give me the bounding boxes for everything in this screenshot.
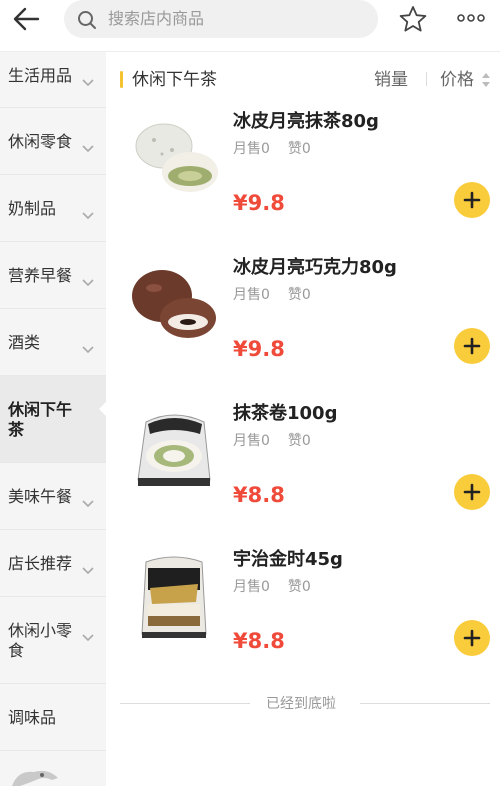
- plus-icon: [463, 483, 481, 501]
- sidebar-item-dairy[interactable]: 奶制品: [0, 175, 106, 242]
- divider: [120, 703, 250, 704]
- chevron-down-icon: [82, 339, 94, 354]
- sidebar-item-snacks[interactable]: 休闲零食: [0, 108, 106, 175]
- chevron-down-icon: [82, 272, 94, 287]
- sidebar-item-label: 休闲下午茶: [8, 400, 73, 439]
- sidebar-item-alcohol[interactable]: 酒类: [0, 309, 106, 376]
- product-name: 抹茶卷100g: [233, 403, 338, 424]
- sort-by-sales-button[interactable]: 销量: [374, 69, 408, 91]
- product-image[interactable]: [124, 110, 224, 210]
- section-header: 休闲下午茶 销量 价格: [106, 52, 500, 106]
- back-arrow-icon[interactable]: [8, 4, 48, 34]
- plus-icon: [463, 629, 481, 647]
- product-image[interactable]: [124, 548, 224, 648]
- plus-icon: [463, 191, 481, 209]
- sidebar-item-label: 奶制品: [8, 199, 57, 218]
- product-stats: 月售0 赞0: [233, 140, 329, 158]
- sort-arrows-icon[interactable]: [481, 71, 491, 89]
- chevron-down-icon: [82, 138, 94, 153]
- sort-by-price-button[interactable]: 价格: [440, 69, 474, 91]
- chevron-down-icon: [82, 493, 94, 508]
- product-price: ¥8.8: [233, 483, 285, 507]
- search-placeholder: 搜索店内商品: [108, 9, 205, 28]
- sidebar-item-label: 生活用品: [8, 66, 73, 85]
- section-title: 休闲下午茶: [132, 70, 217, 90]
- sidebar-item-label: 营养早餐: [8, 266, 73, 285]
- like-count: 赞0: [287, 433, 311, 449]
- sidebar-item-label: 店长推荐: [8, 554, 73, 573]
- product-item[interactable]: 冰皮月亮巧克力80g 月售0 赞0 ¥9.8: [106, 256, 500, 402]
- like-count: 赞0: [287, 579, 311, 595]
- sidebar-item-afternoon-tea[interactable]: 休闲下午茶: [0, 376, 106, 463]
- chevron-down-icon: [82, 205, 94, 220]
- product-price: ¥9.8: [233, 337, 285, 361]
- add-to-cart-button[interactable]: [454, 620, 490, 656]
- active-indicator: [99, 402, 106, 416]
- sidebar-item-small-snacks[interactable]: 休闲小零食: [0, 597, 106, 684]
- product-stats: 月售0 赞0: [233, 432, 329, 450]
- divider: [360, 703, 490, 704]
- product-item[interactable]: 抹茶卷100g 月售0 赞0 ¥8.8: [106, 402, 500, 548]
- monthly-sales: 月售0: [233, 287, 270, 303]
- end-of-list-text: 已经到底啦: [266, 696, 336, 712]
- product-name: 冰皮月亮巧克力80g: [233, 257, 397, 278]
- top-bar: 搜索店内商品: [0, 0, 500, 52]
- sidebar-item-daily-goods[interactable]: 生活用品: [0, 52, 106, 108]
- section-accent-bar: [120, 71, 123, 88]
- product-price: ¥9.8: [233, 191, 285, 215]
- sidebar-item-label: 休闲小零食: [8, 621, 73, 660]
- more-dots-icon[interactable]: [455, 6, 487, 30]
- category-sidebar: 生活用品 休闲零食 奶制品 营养早餐 酒类 休闲下午茶 美味午餐 店长推荐 休闲…: [0, 52, 106, 786]
- sidebar-item-lunch[interactable]: 美味午餐: [0, 463, 106, 530]
- end-of-list: 已经到底啦: [120, 692, 492, 716]
- chevron-down-icon: [82, 72, 94, 87]
- product-stats: 月售0 赞0: [233, 578, 329, 596]
- sidebar-item-label: 休闲零食: [8, 132, 73, 151]
- product-item[interactable]: 冰皮月亮抹茶80g 月售0 赞0 ¥9.8: [106, 110, 500, 256]
- sidebar-item-label: 酒类: [8, 333, 41, 352]
- search-icon: [76, 9, 98, 31]
- sidebar-item-seasoning[interactable]: 调味品: [0, 684, 106, 751]
- like-count: 赞0: [287, 141, 311, 157]
- product-name: 冰皮月亮抹茶80g: [233, 111, 379, 132]
- product-image[interactable]: [124, 256, 224, 356]
- like-count: 赞0: [287, 287, 311, 303]
- product-price: ¥8.8: [233, 629, 285, 653]
- product-stats: 月售0 赞0: [233, 286, 329, 304]
- add-to-cart-button[interactable]: [454, 328, 490, 364]
- mascot-image: [8, 764, 64, 786]
- plus-icon: [463, 337, 481, 355]
- add-to-cart-button[interactable]: [454, 182, 490, 218]
- chevron-down-icon: [82, 627, 94, 642]
- sidebar-item-recommended[interactable]: 店长推荐: [0, 530, 106, 597]
- monthly-sales: 月售0: [233, 141, 270, 157]
- add-to-cart-button[interactable]: [454, 474, 490, 510]
- product-image[interactable]: [124, 402, 224, 502]
- sidebar-item-breakfast[interactable]: 营养早餐: [0, 242, 106, 309]
- sidebar-item-label: 美味午餐: [8, 487, 73, 506]
- chevron-down-icon: [82, 560, 94, 575]
- sidebar-item-label: 调味品: [8, 708, 57, 727]
- product-item[interactable]: 宇治金时45g 月售0 赞0 ¥8.8: [106, 548, 500, 694]
- search-input[interactable]: 搜索店内商品: [64, 0, 378, 38]
- star-icon[interactable]: [398, 4, 428, 34]
- monthly-sales: 月售0: [233, 579, 270, 595]
- product-name: 宇治金时45g: [233, 549, 343, 570]
- monthly-sales: 月售0: [233, 433, 270, 449]
- sort-divider: [426, 72, 427, 86]
